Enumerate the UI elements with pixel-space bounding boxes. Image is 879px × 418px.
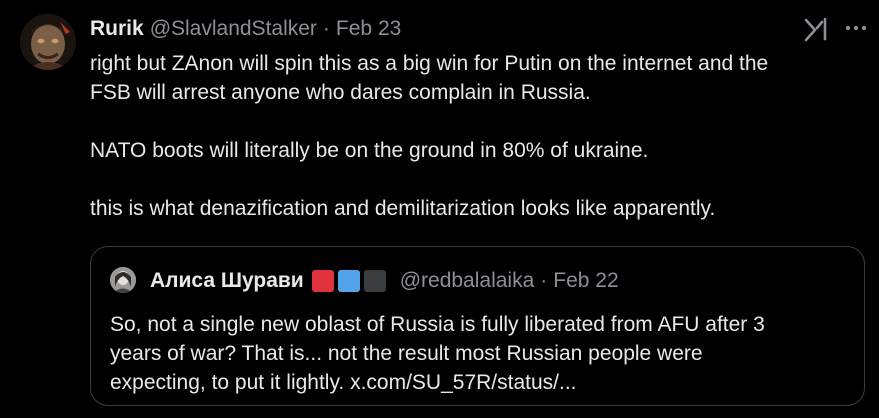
grok-icon[interactable]: [803, 16, 829, 42]
quoted-header-separator: ·: [540, 269, 548, 292]
tweet-header: Rurik @SlavlandStalker · Feb 23: [90, 14, 401, 44]
flag-blue-icon: [337, 270, 360, 292]
more-icon[interactable]: [842, 14, 870, 42]
tweet-body: right but ZAnon will spin this as a big …: [90, 49, 860, 223]
flag-badges: [311, 270, 390, 292]
quoted-body-line: years of war? That is... not the result …: [110, 342, 703, 365]
tweet-body-line: FSB will arrest anyone who dares complai…: [90, 81, 591, 104]
flag-red-icon: [311, 270, 334, 292]
quoted-body: So, not a single new oblast of Russia is…: [110, 310, 850, 397]
quoted-avatar[interactable]: [110, 267, 136, 293]
quoted-date[interactable]: Feb 22: [553, 269, 618, 293]
header-separator: ·: [322, 17, 330, 40]
quoted-body-line: So, not a single new oblast of Russia is…: [110, 313, 765, 336]
quoted-body-line[interactable]: expecting, to put it lightly. x.com/SU_5…: [110, 368, 850, 397]
tweet-card[interactable]: Rurik @SlavlandStalker · Feb 23 right bu…: [0, 0, 879, 418]
quoted-author-handle[interactable]: @redbalalaika: [400, 269, 535, 293]
author-handle[interactable]: @SlavlandStalker: [150, 17, 317, 41]
quoted-tweet[interactable]: Алиса Шурави @redbalalaika · Feb 22 So, …: [90, 246, 865, 406]
quoted-author-name[interactable]: Алиса Шурави: [150, 269, 304, 293]
author-name[interactable]: Rurik: [90, 17, 144, 41]
avatar[interactable]: [20, 14, 76, 70]
tweet-date[interactable]: Feb 23: [336, 17, 401, 41]
tweet-body-line: this is what denazification and demilita…: [90, 197, 716, 220]
tweet-body-line: right but ZAnon will spin this as a big …: [90, 52, 769, 75]
quoted-header: Алиса Шурави @redbalalaika · Feb 22: [150, 267, 619, 295]
flag-gray-icon: [363, 270, 386, 292]
tweet-body-line: NATO boots will literally be on the grou…: [90, 139, 649, 162]
